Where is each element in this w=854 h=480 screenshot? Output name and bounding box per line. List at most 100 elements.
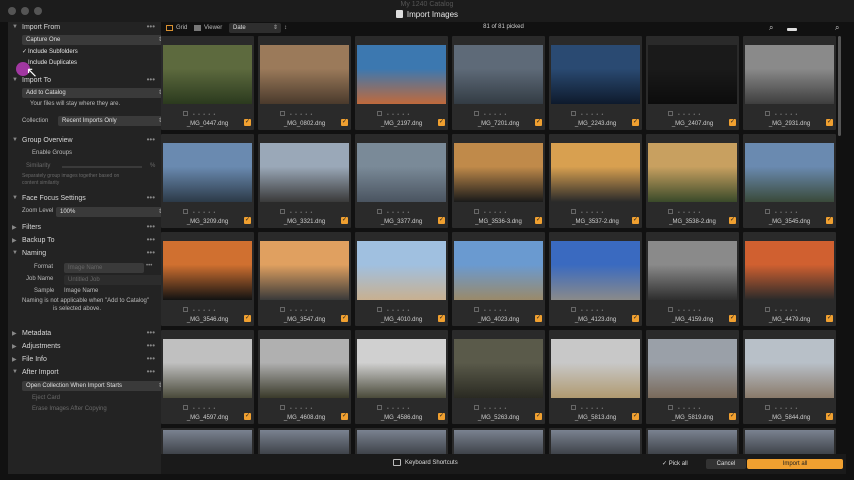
include-subfolders-checkbox[interactable]: ✓Include Subfolders xyxy=(22,48,78,55)
picked-checkmark-icon[interactable]: ✓ xyxy=(729,315,736,322)
picked-checkmark-icon[interactable]: ✓ xyxy=(632,217,639,224)
section-file-info[interactable]: ▶ File Info ••• xyxy=(8,354,161,366)
image-thumbnail-cell[interactable]: • • • • • _MG_3538-2.dng ✓ xyxy=(646,134,739,228)
image-thumbnail-cell[interactable] xyxy=(646,428,739,454)
section-backup-to[interactable]: ▶ Backup To ••• xyxy=(8,235,161,247)
select-checkbox[interactable] xyxy=(668,209,673,214)
select-checkbox[interactable] xyxy=(280,209,285,214)
select-checkbox[interactable] xyxy=(377,405,382,410)
image-preview[interactable] xyxy=(648,430,737,454)
star-rating[interactable]: • • • • • xyxy=(290,112,313,118)
cancel-button[interactable]: Cancel xyxy=(706,459,746,469)
picked-checkmark-icon[interactable]: ✓ xyxy=(826,119,833,126)
after-import-dropdown[interactable]: Open Collection When Import Starts ⇕ xyxy=(22,381,161,391)
image-thumbnail-cell[interactable]: • • • • • _MG_4023.dng ✓ xyxy=(452,232,545,326)
picked-checkmark-icon[interactable]: ✓ xyxy=(341,315,348,322)
image-preview[interactable] xyxy=(260,430,349,454)
picked-checkmark-icon[interactable]: ✓ xyxy=(341,413,348,420)
image-thumbnail-cell[interactable]: • • • • • _MG_4586.dng ✓ xyxy=(355,330,448,424)
job-name-input[interactable]: Untitled Job xyxy=(64,275,161,285)
image-thumbnail-cell[interactable] xyxy=(452,428,545,454)
picked-checkmark-icon[interactable]: ✓ xyxy=(535,119,542,126)
star-rating[interactable]: • • • • • xyxy=(387,406,410,412)
image-thumbnail-cell[interactable]: • • • • • _MG_5263.dng ✓ xyxy=(452,330,545,424)
star-rating[interactable]: • • • • • xyxy=(387,210,410,216)
grid-scrollbar[interactable] xyxy=(838,36,841,136)
picked-checkmark-icon[interactable]: ✓ xyxy=(729,413,736,420)
star-rating[interactable]: • • • • • xyxy=(581,112,604,118)
star-rating[interactable]: • • • • • xyxy=(775,210,798,216)
select-checkbox[interactable] xyxy=(765,307,770,312)
image-preview[interactable] xyxy=(357,45,446,104)
star-rating[interactable]: • • • • • xyxy=(290,210,313,216)
star-rating[interactable]: • • • • • xyxy=(775,112,798,118)
image-preview[interactable] xyxy=(648,241,737,300)
image-preview[interactable] xyxy=(163,339,252,398)
star-rating[interactable]: • • • • • xyxy=(387,112,410,118)
select-checkbox[interactable] xyxy=(474,111,479,116)
image-thumbnail-cell[interactable]: • • • • • _MG_3536-3.dng ✓ xyxy=(452,134,545,228)
select-checkbox[interactable] xyxy=(280,111,285,116)
image-preview[interactable] xyxy=(551,430,640,454)
image-thumbnail-cell[interactable]: • • • • • _MG_3546.dng ✓ xyxy=(161,232,254,326)
section-import-from[interactable]: ▼ Import From ••• xyxy=(8,22,161,34)
image-preview[interactable] xyxy=(745,241,834,300)
search-icon[interactable]: ⌕ xyxy=(835,23,839,33)
select-checkbox[interactable] xyxy=(280,405,285,410)
collection-dropdown[interactable]: Recent Imports Only ⇕ xyxy=(58,116,161,126)
image-thumbnail-cell[interactable]: • • • • • _MG_3537-2.dng ✓ xyxy=(549,134,642,228)
select-checkbox[interactable] xyxy=(474,307,479,312)
picked-checkmark-icon[interactable]: ✓ xyxy=(438,217,445,224)
image-preview[interactable] xyxy=(260,339,349,398)
picked-checkmark-icon[interactable]: ✓ xyxy=(438,413,445,420)
select-checkbox[interactable] xyxy=(474,209,479,214)
select-checkbox[interactable] xyxy=(183,111,188,116)
zoom-level-dropdown[interactable]: 100% ⇕ xyxy=(56,207,161,217)
picked-checkmark-icon[interactable]: ✓ xyxy=(341,119,348,126)
image-thumbnail-cell[interactable]: • • • • • _MG_0447.dng ✓ xyxy=(161,36,254,130)
picked-checkmark-icon[interactable]: ✓ xyxy=(244,315,251,322)
enable-groups-checkbox[interactable]: Enable Groups xyxy=(32,150,72,156)
picked-checkmark-icon[interactable]: ✓ xyxy=(826,413,833,420)
image-preview[interactable] xyxy=(648,143,737,202)
star-rating[interactable]: • • • • • xyxy=(193,406,216,412)
image-thumbnail-cell[interactable]: • • • • • _MG_3321.dng ✓ xyxy=(258,134,351,228)
star-rating[interactable]: • • • • • xyxy=(678,406,701,412)
image-preview[interactable] xyxy=(454,241,543,300)
select-checkbox[interactable] xyxy=(571,209,576,214)
section-menu-icon[interactable]: ••• xyxy=(147,341,155,350)
image-preview[interactable] xyxy=(454,339,543,398)
select-checkbox[interactable] xyxy=(571,405,576,410)
section-menu-icon[interactable]: ••• xyxy=(147,248,155,257)
import-destination-dropdown[interactable]: Add to Catalog ⇕ xyxy=(22,88,161,98)
image-thumbnail-cell[interactable]: • • • • • _MG_2243.dng ✓ xyxy=(549,36,642,130)
section-face-focus[interactable]: ▼ Face Focus Settings ••• xyxy=(8,193,161,205)
picked-checkmark-icon[interactable]: ✓ xyxy=(244,413,251,420)
star-rating[interactable]: • • • • • xyxy=(775,308,798,314)
star-rating[interactable]: • • • • • xyxy=(484,210,507,216)
image-preview[interactable] xyxy=(260,45,349,104)
image-thumbnail-cell[interactable]: • • • • • _MG_3377.dng ✓ xyxy=(355,134,448,228)
section-menu-icon[interactable]: ••• xyxy=(147,75,155,84)
picked-checkmark-icon[interactable]: ✓ xyxy=(438,315,445,322)
picked-checkmark-icon[interactable]: ✓ xyxy=(729,217,736,224)
star-rating[interactable]: • • • • • xyxy=(290,308,313,314)
star-rating[interactable]: • • • • • xyxy=(581,210,604,216)
picked-checkmark-icon[interactable]: ✓ xyxy=(826,315,833,322)
image-preview[interactable] xyxy=(551,339,640,398)
picked-checkmark-icon[interactable]: ✓ xyxy=(729,119,736,126)
image-preview[interactable] xyxy=(163,45,252,104)
picked-checkmark-icon[interactable]: ✓ xyxy=(632,315,639,322)
image-thumbnail-cell[interactable] xyxy=(161,428,254,454)
select-checkbox[interactable] xyxy=(183,405,188,410)
section-menu-icon[interactable]: ••• xyxy=(147,135,155,144)
image-thumbnail-cell[interactable]: • • • • • _MG_0802.dng ✓ xyxy=(258,36,351,130)
star-rating[interactable]: • • • • • xyxy=(387,308,410,314)
star-rating[interactable]: • • • • • xyxy=(775,406,798,412)
image-preview[interactable] xyxy=(454,430,543,454)
picked-checkmark-icon[interactable]: ✓ xyxy=(535,315,542,322)
section-adjustments[interactable]: ▶ Adjustments ••• xyxy=(8,341,161,353)
picked-checkmark-icon[interactable]: ✓ xyxy=(535,217,542,224)
image-thumbnail-cell[interactable] xyxy=(355,428,448,454)
eject-card-checkbox[interactable]: Eject Card xyxy=(32,395,60,401)
